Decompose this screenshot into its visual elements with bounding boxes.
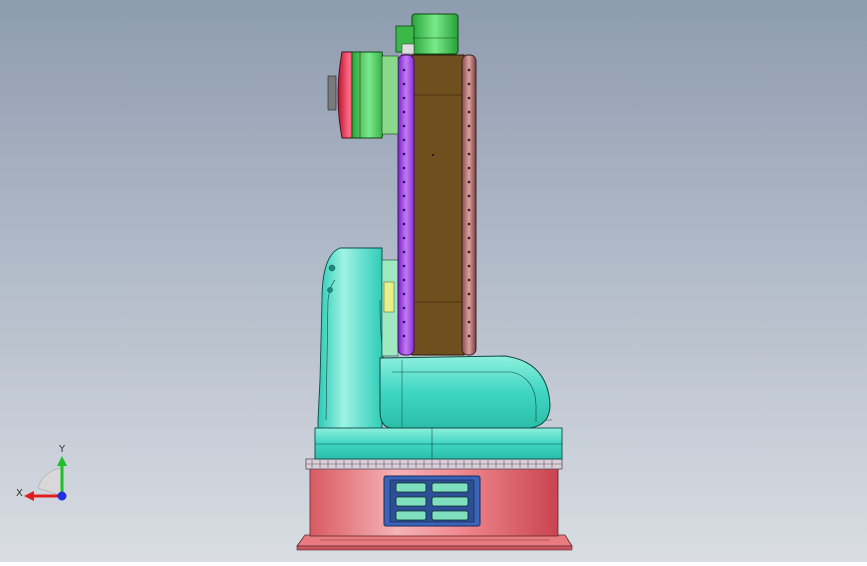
arm-rivet bbox=[402, 264, 406, 268]
arm-rivet bbox=[467, 194, 471, 198]
arm-rivet bbox=[402, 334, 406, 338]
arm-rivet bbox=[402, 236, 406, 240]
arm-rivet bbox=[467, 236, 471, 240]
arm-rivet bbox=[402, 278, 406, 282]
arm-rivet bbox=[402, 138, 406, 142]
arm-rivet bbox=[467, 250, 471, 254]
arm-rivet bbox=[402, 180, 406, 184]
arm-rivet bbox=[402, 292, 406, 296]
arm-rivet bbox=[402, 194, 406, 198]
viewport-canvas[interactable]: X Y bbox=[0, 0, 867, 562]
z-axis-dot bbox=[57, 491, 67, 501]
arm-rivet bbox=[467, 180, 471, 184]
connector-panel[interactable] bbox=[383, 475, 481, 527]
arm-rivet bbox=[402, 82, 406, 86]
arm-rivet bbox=[467, 292, 471, 296]
upper-arm-link[interactable] bbox=[397, 54, 477, 356]
arm-rivet bbox=[467, 306, 471, 310]
arm-rivet bbox=[402, 250, 406, 254]
arm-rivet bbox=[467, 166, 471, 170]
arm-rivet bbox=[467, 320, 471, 324]
x-axis-label: X bbox=[16, 488, 23, 499]
elbow-joint-housing[interactable] bbox=[379, 355, 551, 429]
arm-rivet bbox=[402, 222, 406, 226]
arm-rivet bbox=[402, 96, 406, 100]
arm-rivet bbox=[402, 306, 406, 310]
arm-rivet bbox=[402, 124, 406, 128]
arm-rivet bbox=[402, 166, 406, 170]
arm-rivet bbox=[402, 320, 406, 324]
arm-rivet bbox=[402, 208, 406, 212]
arm-rivet bbox=[467, 208, 471, 212]
y-axis-label: Y bbox=[58, 444, 66, 455]
arm-rivet bbox=[467, 68, 471, 72]
base-foot-plate[interactable] bbox=[296, 534, 573, 551]
arm-rivet bbox=[402, 110, 406, 114]
arm-rivet bbox=[402, 68, 406, 72]
arm-rivet bbox=[467, 96, 471, 100]
arm-rivet bbox=[467, 222, 471, 226]
arm-rivet bbox=[467, 138, 471, 142]
arm-rivet bbox=[467, 124, 471, 128]
arm-rivet bbox=[467, 278, 471, 282]
arm-rivet bbox=[402, 152, 406, 156]
arm-rivet bbox=[467, 264, 471, 268]
arm-rivet bbox=[467, 110, 471, 114]
arm-rivet bbox=[467, 334, 471, 338]
arm-rivet bbox=[467, 82, 471, 86]
3d-model-viewport[interactable]: X Y bbox=[0, 0, 867, 562]
arm-rivet bbox=[467, 152, 471, 156]
connector-port[interactable] bbox=[395, 482, 469, 521]
